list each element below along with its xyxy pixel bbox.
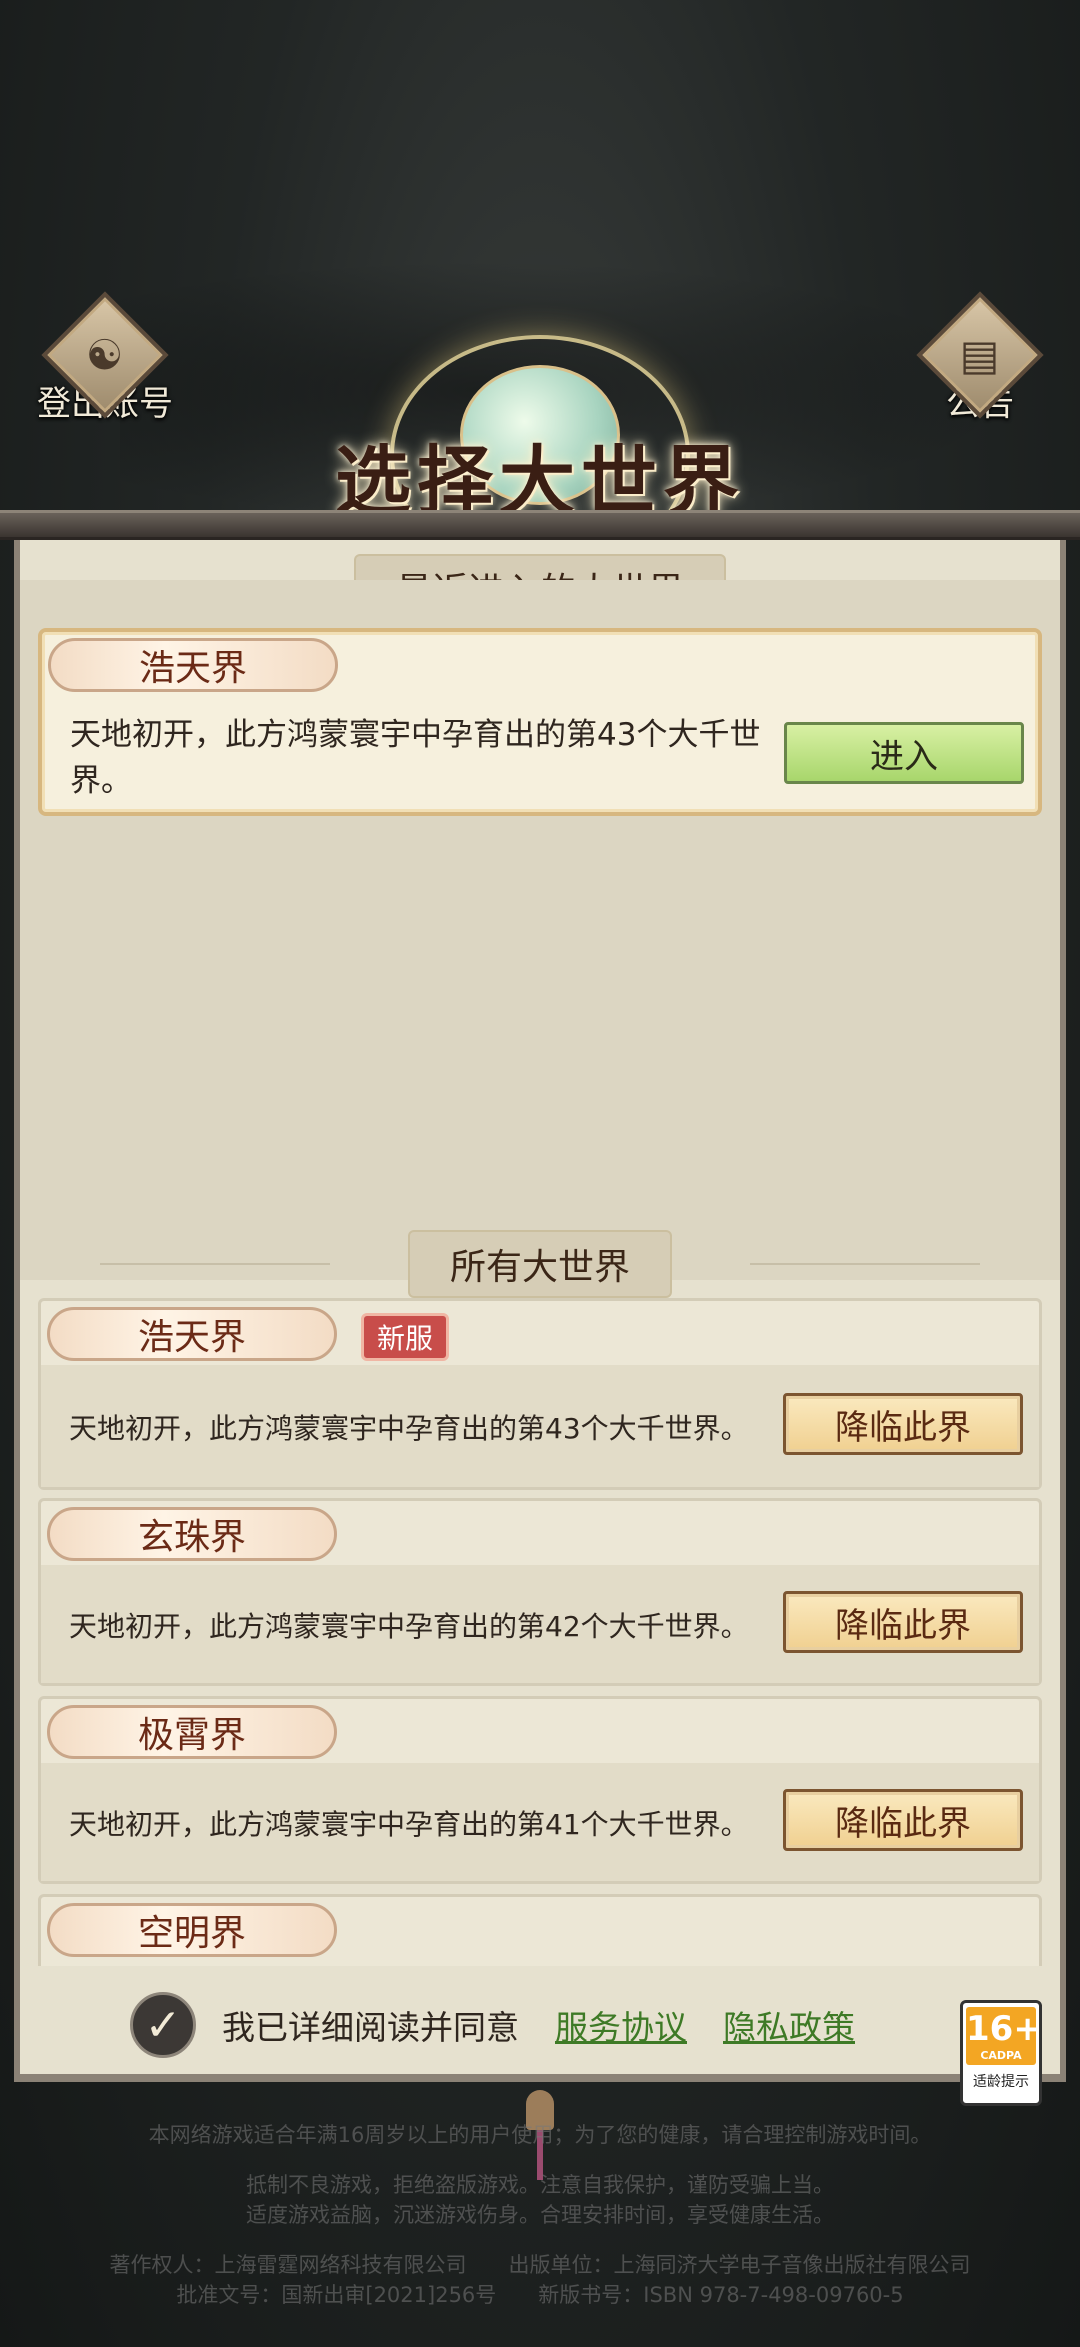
- server-card[interactable]: 极霄界 天地初开，此方鸿蒙寰宇中孕育出的第41个大千世界。 降临此界: [38, 1696, 1042, 1884]
- footer-line: 适度游戏益脑，沉迷游戏伤身。合理安排时间，享受健康生活。: [246, 2203, 834, 2227]
- server-card[interactable]: 空明界: [38, 1894, 1042, 1966]
- age-rating-tip: 适龄提示: [973, 2074, 1029, 2090]
- all-server-list[interactable]: 浩天界 新服 天地初开，此方鸿蒙寰宇中孕育出的第43个大千世界。 降临此界 玄珠…: [20, 1298, 1060, 1966]
- recent-list: 浩天界 天地初开，此方鸿蒙寰宇中孕育出的第43个大千世界。 进入: [20, 580, 1060, 1280]
- agreement-row: ✓ 我已详细阅读并同意 服务协议 隐私政策: [130, 1990, 855, 2060]
- server-name: 空明界: [47, 1903, 337, 1957]
- server-card[interactable]: 玄珠界 天地初开，此方鸿蒙寰宇中孕育出的第42个大千世界。 降临此界: [38, 1498, 1042, 1686]
- world-select-panel: 最近进入的大世界 浩天界 天地初开，此方鸿蒙寰宇中孕育出的第43个大千世界。 进…: [14, 540, 1066, 2082]
- server-description: 天地初开，此方鸿蒙寰宇中孕育出的第42个大千世界。: [69, 1610, 749, 1643]
- privacy-policy-link[interactable]: 隐私政策: [723, 2001, 855, 2049]
- divider: [100, 1263, 330, 1265]
- divider: [750, 1263, 980, 1265]
- enter-button[interactable]: 进入: [784, 722, 1024, 784]
- server-description: 天地初开，此方鸿蒙寰宇中孕育出的第41个大千世界。: [69, 1808, 749, 1841]
- server-name: 玄珠界: [47, 1507, 337, 1561]
- server-card[interactable]: 浩天界 新服 天地初开，此方鸿蒙寰宇中孕育出的第43个大千世界。 降临此界: [38, 1298, 1042, 1490]
- footer-line: 批准文号：国新出审[2021]256号 新版书号：ISBN 978-7-498-…: [176, 2283, 904, 2307]
- server-description: 天地初开，此方鸿蒙寰宇中孕育出的第43个大千世界。: [69, 1412, 749, 1445]
- legal-footer: 本网络游戏适合年满16周岁以上的用户使用；为了您的健康，请合理控制游戏时间。 抵…: [0, 2120, 1080, 2330]
- logout-button[interactable]: ☯ 登出账号: [20, 291, 190, 425]
- panel-frame-top: [0, 510, 1080, 540]
- server-description: 天地初开，此方鸿蒙寰宇中孕育出的第43个大千世界。: [70, 717, 761, 799]
- service-agreement-link[interactable]: 服务协议: [555, 2001, 687, 2049]
- age-rating-value: 16+ CADPA: [966, 2007, 1042, 2065]
- agreement-checkbox[interactable]: ✓: [130, 1992, 196, 2058]
- descend-button[interactable]: 降临此界: [783, 1393, 1023, 1455]
- notice-button[interactable]: ▤ 公告: [895, 291, 1065, 425]
- descend-button[interactable]: 降临此界: [783, 1789, 1023, 1851]
- footer-line: 本网络游戏适合年满16周岁以上的用户使用；为了您的健康，请合理控制游戏时间。: [148, 2123, 932, 2147]
- new-server-badge: 新服: [361, 1313, 449, 1361]
- server-name: 浩天界: [48, 638, 338, 692]
- all-section-header: 所有大世界: [20, 1232, 1060, 1296]
- server-name: 浩天界: [47, 1307, 337, 1361]
- agreement-text: 我已详细阅读并同意: [222, 2008, 519, 2047]
- recent-server-card[interactable]: 浩天界 天地初开，此方鸿蒙寰宇中孕育出的第43个大千世界。 进入: [38, 628, 1042, 816]
- age-rating-badge[interactable]: 16+ CADPA 适龄提示: [960, 2000, 1042, 2106]
- server-name: 极霄界: [47, 1705, 337, 1759]
- descend-button[interactable]: 降临此界: [783, 1591, 1023, 1653]
- all-heading: 所有大世界: [409, 1232, 670, 1296]
- footer-line: 抵制不良游戏，拒绝盗版游戏。注意自我保护，谨防受骗上当。: [246, 2173, 834, 2197]
- footer-line: 著作权人：上海雷霆网络科技有限公司 出版单位：上海同济大学电子音像出版社有限公司: [109, 2253, 971, 2277]
